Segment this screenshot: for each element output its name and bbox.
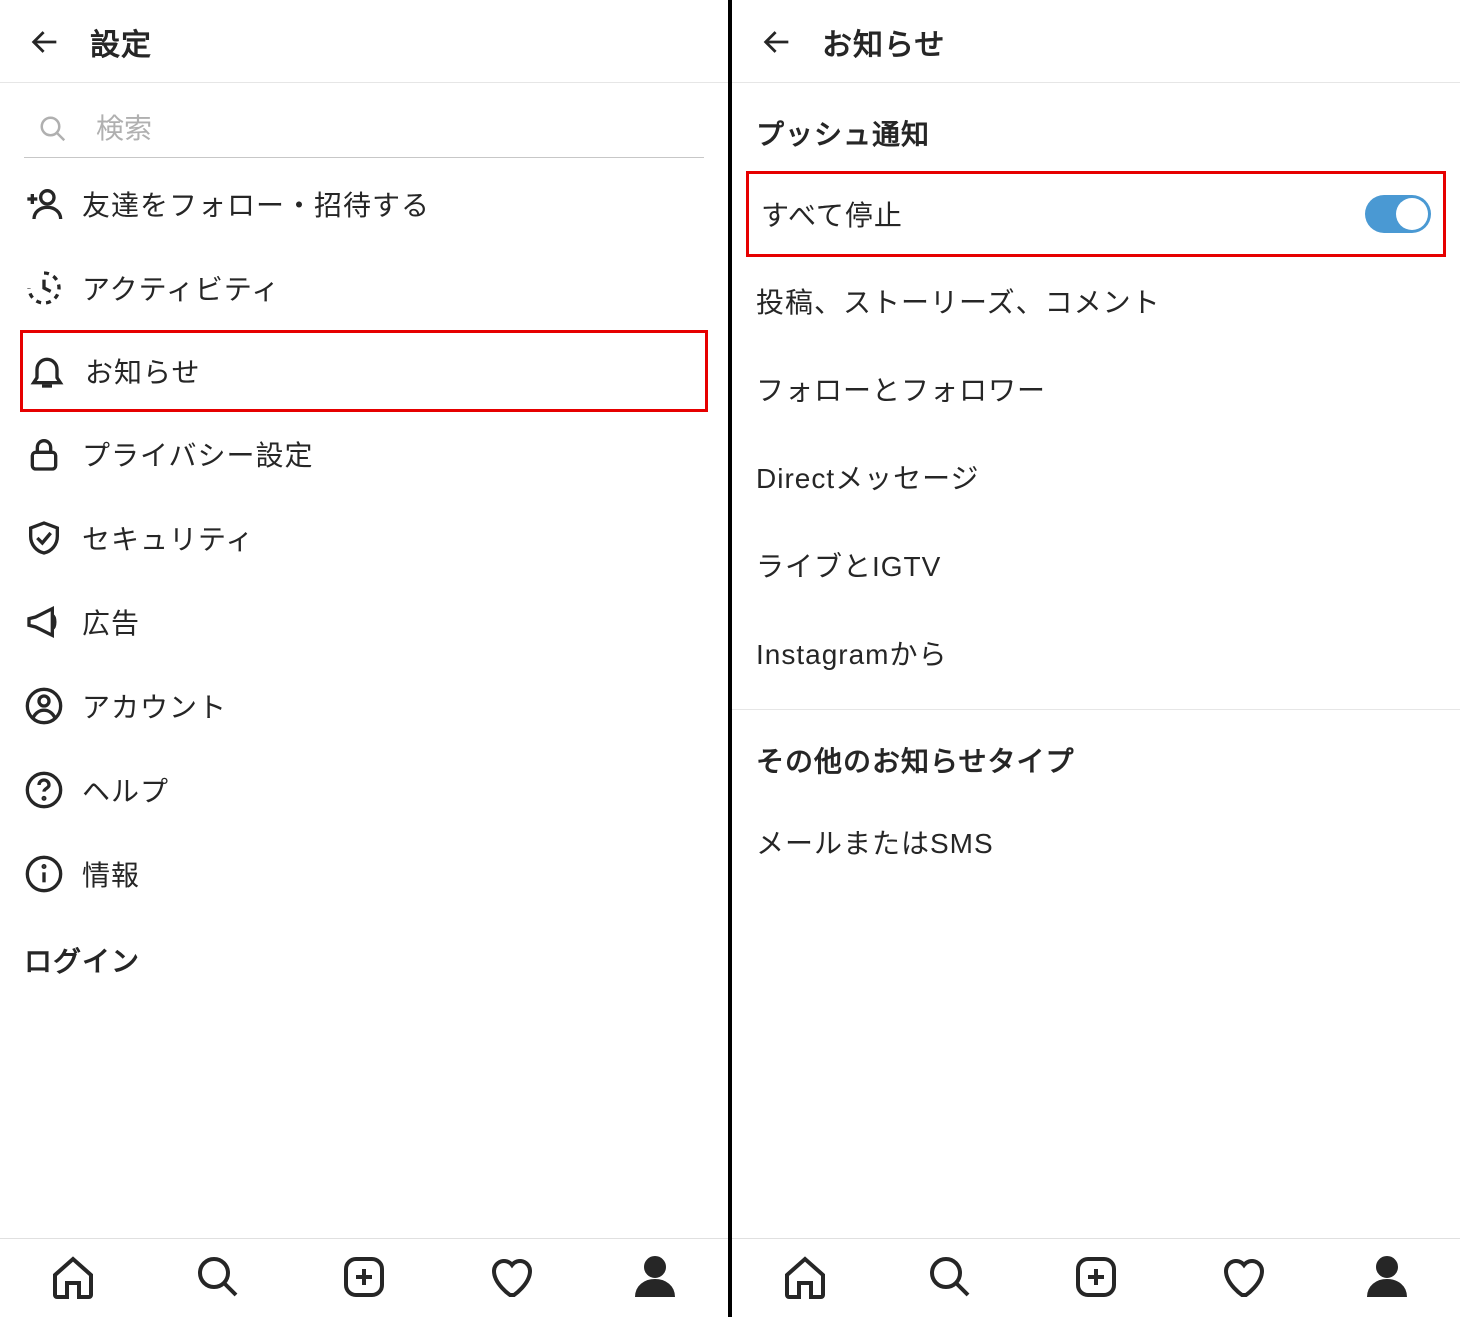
- add-post-icon: [1072, 1253, 1120, 1301]
- arrow-left-icon: [28, 25, 62, 59]
- row-live-igtv[interactable]: ライブとIGTV: [732, 521, 1460, 609]
- pause-all-row[interactable]: すべて停止: [746, 171, 1446, 257]
- nav-search[interactable]: [194, 1253, 242, 1301]
- nav-activity[interactable]: [486, 1253, 534, 1301]
- settings-content: 友達をフォロー・招待する アクティビティ お知らせ プライバシー設定: [0, 83, 728, 1238]
- add-post-icon: [340, 1253, 388, 1301]
- bottom-nav-left: [0, 1238, 728, 1317]
- row-label: Instagramから: [756, 633, 948, 673]
- menu-info[interactable]: 情報: [0, 832, 728, 916]
- menu-follow-invite[interactable]: 友達をフォロー・招待する: [0, 162, 728, 246]
- row-label: Directメッセージ: [756, 457, 980, 497]
- search-icon: [194, 1253, 242, 1301]
- home-icon: [781, 1253, 829, 1301]
- nav-activity[interactable]: [1218, 1253, 1266, 1301]
- info-icon: [24, 854, 64, 894]
- heart-icon: [1218, 1253, 1266, 1301]
- heart-icon: [486, 1253, 534, 1301]
- nav-home[interactable]: [781, 1253, 829, 1301]
- pause-all-toggle[interactable]: [1365, 195, 1431, 233]
- menu-help[interactable]: ヘルプ: [0, 748, 728, 832]
- header-right: お知らせ: [732, 0, 1460, 83]
- row-label: ライブとIGTV: [756, 545, 941, 585]
- menu-label: ヘルプ: [82, 770, 169, 810]
- notifications-pane: お知らせ プッシュ通知 すべて停止 投稿、ストーリーズ、コメント フォローとフォ…: [732, 0, 1460, 1317]
- menu-label: アカウント: [82, 686, 227, 726]
- menu-label: アクティビティ: [82, 268, 280, 308]
- toggle-knob: [1396, 198, 1428, 230]
- search-input[interactable]: [96, 113, 696, 145]
- section-other: その他のお知らせタイプ: [732, 710, 1460, 798]
- row-label: メールまたはSMS: [756, 822, 994, 862]
- notifications-content: プッシュ通知 すべて停止 投稿、ストーリーズ、コメント フォローとフォロワー D…: [732, 83, 1460, 1238]
- row-from-instagram[interactable]: Instagramから: [732, 609, 1460, 697]
- nav-add[interactable]: [1072, 1253, 1120, 1301]
- shield-check-icon: [24, 518, 64, 558]
- menu-label: お知らせ: [85, 351, 200, 391]
- row-email-sms[interactable]: メールまたはSMS: [732, 798, 1460, 886]
- menu-label: セキュリティ: [82, 518, 254, 558]
- menu-label: プライバシー設定: [82, 434, 313, 474]
- menu-ads[interactable]: 広告: [0, 580, 728, 664]
- pause-all-label: すべて停止: [761, 194, 903, 234]
- activity-icon: [24, 268, 64, 308]
- search-icon: [926, 1253, 974, 1301]
- account-circle-icon: [24, 686, 64, 726]
- nav-search[interactable]: [926, 1253, 974, 1301]
- section-push: プッシュ通知: [732, 83, 1460, 171]
- row-posts-stories-comments[interactable]: 投稿、ストーリーズ、コメント: [732, 257, 1460, 345]
- row-label: 投稿、ストーリーズ、コメント: [756, 281, 1161, 321]
- menu-security[interactable]: セキュリティ: [0, 496, 728, 580]
- help-icon: [24, 770, 64, 810]
- profile-icon: [631, 1253, 679, 1301]
- back-button[interactable]: [24, 21, 66, 63]
- back-button[interactable]: [756, 21, 798, 63]
- page-title-right: お知らせ: [822, 20, 945, 64]
- section-login: ログイン: [0, 916, 728, 992]
- add-person-icon: [24, 184, 64, 224]
- menu-account[interactable]: アカウント: [0, 664, 728, 748]
- menu-activity[interactable]: アクティビティ: [0, 246, 728, 330]
- nav-profile[interactable]: [1363, 1253, 1411, 1301]
- bottom-nav-right: [732, 1238, 1460, 1317]
- profile-icon: [1363, 1253, 1411, 1301]
- menu-label: 情報: [82, 854, 140, 894]
- megaphone-icon: [24, 602, 64, 642]
- settings-pane: 設定 友達をフォロー・招待する アクティビティ: [0, 0, 728, 1317]
- lock-icon: [24, 434, 64, 474]
- search-field[interactable]: [24, 103, 704, 158]
- search-icon: [38, 114, 68, 144]
- bell-icon: [27, 351, 67, 391]
- nav-add[interactable]: [340, 1253, 388, 1301]
- nav-home[interactable]: [49, 1253, 97, 1301]
- nav-profile[interactable]: [631, 1253, 679, 1301]
- row-following-followers[interactable]: フォローとフォロワー: [732, 345, 1460, 433]
- row-label: フォローとフォロワー: [756, 369, 1046, 409]
- menu-label: 友達をフォロー・招待する: [82, 184, 430, 224]
- home-icon: [49, 1253, 97, 1301]
- header-left: 設定: [0, 0, 728, 83]
- menu-label: 広告: [82, 602, 140, 642]
- arrow-left-icon: [760, 25, 794, 59]
- row-direct-messages[interactable]: Directメッセージ: [732, 433, 1460, 521]
- settings-menu: 友達をフォロー・招待する アクティビティ お知らせ プライバシー設定: [0, 158, 728, 992]
- page-title-left: 設定: [90, 20, 152, 64]
- menu-notifications[interactable]: お知らせ: [20, 330, 708, 412]
- menu-privacy[interactable]: プライバシー設定: [0, 412, 728, 496]
